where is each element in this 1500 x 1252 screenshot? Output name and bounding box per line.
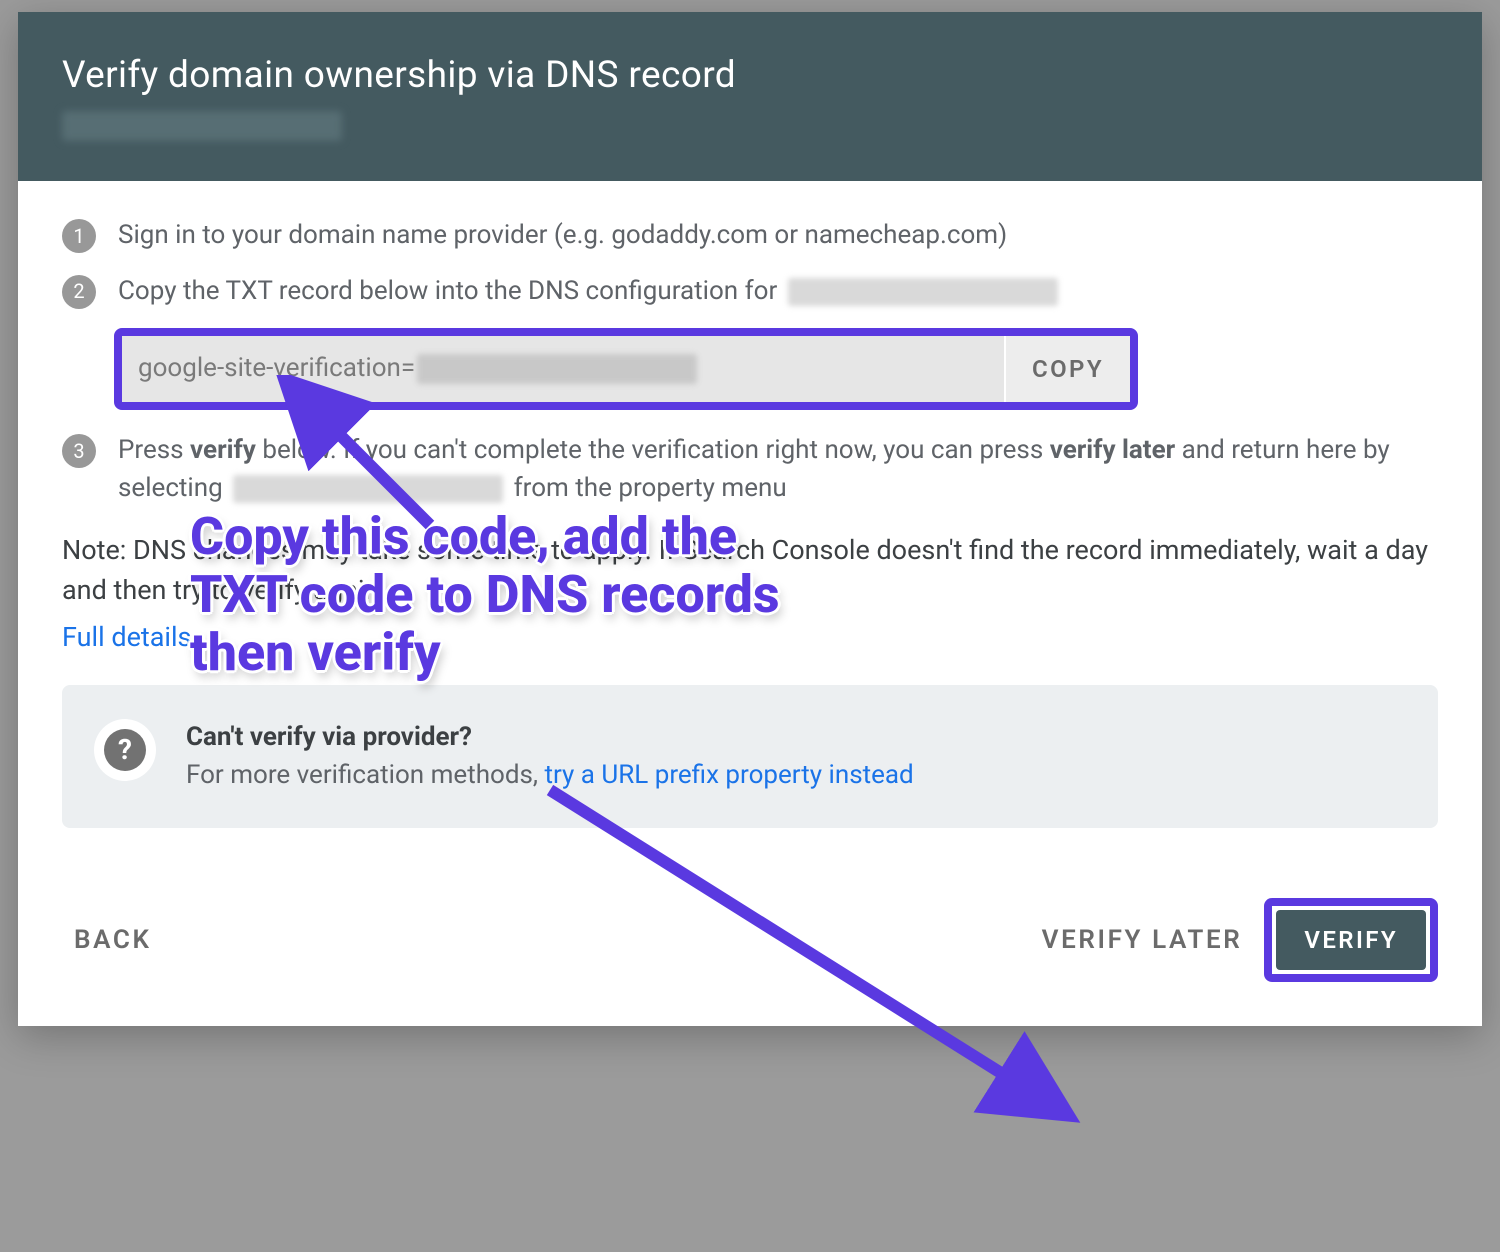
dialog-body: 1 Sign in to your domain name provider (… (18, 181, 1482, 858)
redacted-txt-token (417, 354, 697, 384)
step-2: 2 Copy the TXT record below into the DNS… (62, 273, 1438, 311)
step-1: 1 Sign in to your domain name provider (… (62, 217, 1438, 255)
txt-record-box: google-site-verification= COPY (114, 328, 1138, 410)
help-icon: ? (94, 719, 156, 781)
dns-note: Note: DNS changes may take some time to … (62, 531, 1438, 656)
full-details-link[interactable]: Full details (62, 618, 191, 657)
copy-button[interactable]: COPY (1004, 336, 1130, 402)
dialog-footer: BACK VERIFY LATER VERIFY (18, 858, 1482, 1026)
step-2-text-part: Copy the TXT record below into the DNS c… (118, 276, 784, 306)
step-number: 1 (62, 219, 96, 253)
step-number: 3 (62, 434, 96, 468)
dns-note-text: Note: DNS changes may take some time to … (62, 534, 1428, 605)
verify-button-highlight: VERIFY (1264, 898, 1438, 982)
txt-record-prefix: google-site-verification= (138, 350, 415, 388)
hint-subtitle: For more verification methods, try a URL… (186, 757, 914, 795)
verify-later-button[interactable]: VERIFY LATER (1030, 911, 1255, 969)
back-button[interactable]: BACK (62, 911, 164, 969)
redacted-domain-inline (233, 475, 503, 503)
step-2-text: Copy the TXT record below into the DNS c… (118, 273, 1438, 311)
verify-domain-dialog: Verify domain ownership via DNS record 1… (18, 12, 1482, 1026)
question-mark-icon: ? (104, 729, 146, 771)
redacted-domain (62, 111, 342, 141)
hint-title: Can't verify via provider? (186, 719, 914, 757)
hint-text: Can't verify via provider? For more veri… (186, 719, 914, 794)
dialog-title: Verify domain ownership via DNS record (62, 54, 1438, 97)
url-prefix-link[interactable]: try a URL prefix property instead (545, 760, 914, 790)
redacted-domain-inline (788, 278, 1058, 306)
step-3-text: Press verify below. If you can't complet… (118, 432, 1438, 507)
step-number: 2 (62, 275, 96, 309)
verify-button[interactable]: VERIFY (1276, 910, 1426, 970)
dialog-header: Verify domain ownership via DNS record (18, 12, 1482, 181)
step-3: 3 Press verify below. If you can't compl… (62, 432, 1438, 507)
step-1-text: Sign in to your domain name provider (e.… (118, 217, 1438, 255)
hint-panel: ? Can't verify via provider? For more ve… (62, 685, 1438, 828)
txt-record-value[interactable]: google-site-verification= (122, 336, 1004, 402)
